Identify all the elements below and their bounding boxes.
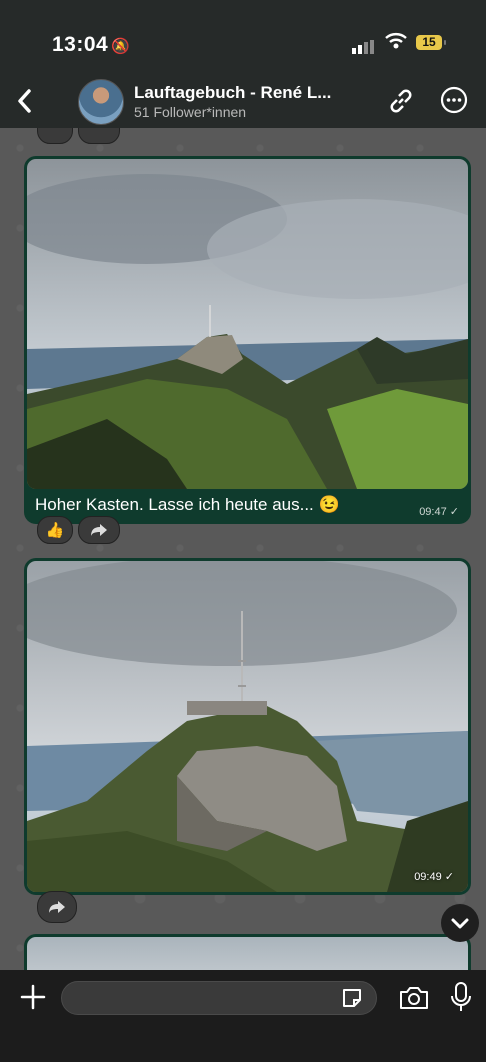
reaction-thumbs-up[interactable]: 👍 xyxy=(37,516,73,544)
silent-bell-icon: 🔕 xyxy=(111,38,131,55)
thumbs-up-icon: 👍 xyxy=(45,522,65,539)
message-input[interactable] xyxy=(61,981,377,1015)
link-icon[interactable] xyxy=(385,85,417,117)
channel-header[interactable]: Lauftagebuch - René L... 51 Follower*inn… xyxy=(0,76,486,128)
scroll-to-bottom-button[interactable] xyxy=(441,904,479,942)
message-photo[interactable]: 09:49 ✓ xyxy=(27,561,468,892)
battery-icon: 15 xyxy=(416,35,446,50)
message-bubble[interactable]: 09:49 ✓ xyxy=(24,558,471,895)
plus-icon[interactable] xyxy=(18,982,48,1012)
forward-icon xyxy=(49,901,65,913)
mountain-photo-2 xyxy=(27,561,468,892)
avatar[interactable] xyxy=(78,79,124,125)
camera-icon[interactable] xyxy=(398,985,430,1011)
wifi-icon xyxy=(385,33,407,49)
message-bubble[interactable]: Hoher Kasten. Lasse ich heute aus... 😉 0… xyxy=(24,156,471,524)
status-bar: 13:04 🔕 15 xyxy=(0,0,486,80)
forward-icon xyxy=(91,524,107,536)
clock: 13:04 🔕 xyxy=(52,33,130,57)
message-photo[interactable] xyxy=(27,159,468,489)
message-timestamp: 09:47 ✓ xyxy=(419,506,459,518)
mic-icon[interactable] xyxy=(450,981,472,1013)
message-timestamp: 09:49 ✓ xyxy=(414,871,454,883)
chat-area[interactable]: Hoher Kasten. Lasse ich heute aus... 😉 0… xyxy=(0,128,486,970)
clock-text: 13:04 xyxy=(52,33,109,56)
forward-partial[interactable] xyxy=(78,128,120,144)
reaction-partial[interactable] xyxy=(37,128,73,144)
more-icon[interactable] xyxy=(440,86,468,114)
forward-button[interactable] xyxy=(37,891,77,923)
mountain-photo-1 xyxy=(27,159,468,489)
message-composer xyxy=(0,970,486,1062)
back-icon[interactable] xyxy=(12,83,38,119)
signal-icon xyxy=(352,36,376,54)
sticker-icon[interactable] xyxy=(340,986,364,1010)
message-photo[interactable] xyxy=(27,937,468,970)
follower-count: 51 Follower*innen xyxy=(134,104,247,120)
channel-title[interactable]: Lauftagebuch - René L... xyxy=(134,83,331,103)
chevron-down-icon xyxy=(451,918,469,929)
forward-button[interactable] xyxy=(78,516,120,544)
message-bubble[interactable] xyxy=(24,934,471,970)
